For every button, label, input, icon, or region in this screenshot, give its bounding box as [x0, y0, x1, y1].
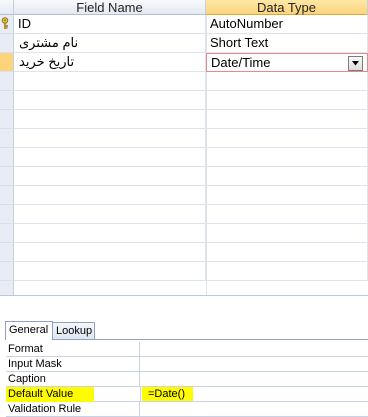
row-selector[interactable] — [0, 110, 14, 129]
data-type-combobox[interactable]: Date/Time — [206, 53, 368, 72]
data-type-cell[interactable] — [206, 72, 368, 91]
data-type-cell[interactable] — [206, 148, 368, 167]
row-selector[interactable] — [0, 262, 14, 281]
row-selector[interactable] — [0, 186, 14, 205]
table-row-empty[interactable] — [0, 205, 368, 224]
table-row[interactable]: نام مشتری Short Text — [0, 34, 368, 53]
row-selector[interactable] — [0, 72, 14, 91]
property-row-input-mask[interactable]: Input Mask — [6, 357, 368, 372]
data-type-cell[interactable] — [206, 110, 368, 129]
row-selector[interactable] — [0, 34, 14, 53]
row-selector[interactable] — [0, 15, 14, 34]
property-label: Validation Rule — [6, 402, 140, 417]
field-name-cell[interactable] — [14, 186, 206, 205]
property-row-default-value[interactable]: Default Value =Date() — [6, 387, 368, 402]
data-type-cell[interactable] — [206, 243, 368, 262]
field-name-cell[interactable] — [14, 110, 206, 129]
data-type-cell[interactable] — [206, 262, 368, 281]
table-row-empty[interactable] — [0, 129, 368, 148]
row-selector[interactable] — [0, 243, 14, 262]
row-selector[interactable] — [0, 205, 14, 224]
property-value-input[interactable]: =Date() — [140, 387, 368, 402]
field-name-cell[interactable] — [14, 205, 206, 224]
data-type-cell[interactable] — [206, 167, 368, 186]
row-selector[interactable] — [0, 224, 14, 243]
field-name-cell[interactable] — [14, 129, 206, 148]
data-type-cell[interactable] — [206, 91, 368, 110]
property-label: Caption — [6, 372, 140, 387]
field-name-cell[interactable] — [14, 224, 206, 243]
table-row-empty[interactable] — [0, 224, 368, 243]
property-row-caption[interactable]: Caption — [6, 372, 368, 387]
table-row[interactable]: ID AutoNumber — [0, 15, 368, 34]
row-selector[interactable] — [0, 91, 14, 110]
grid-header: Field Name Data Type — [0, 0, 368, 15]
table-row-empty[interactable] — [0, 167, 368, 186]
table-row-empty[interactable] — [0, 91, 368, 110]
table-design-grid: Field Name Data Type ID AutoNumber نام م… — [0, 0, 368, 296]
property-label: Format — [6, 342, 140, 357]
properties-table: Format Input Mask Caption Default Value … — [6, 342, 368, 417]
property-value-input[interactable] — [140, 372, 368, 387]
property-row-format[interactable]: Format — [6, 342, 368, 357]
field-properties-pane: General Lookup Format Input Mask Caption… — [0, 297, 368, 417]
row-selector[interactable] — [0, 148, 14, 167]
tab-lookup[interactable]: Lookup — [52, 322, 95, 339]
property-row-validation-rule[interactable]: Validation Rule — [6, 402, 368, 417]
field-name-cell[interactable] — [14, 262, 206, 281]
dropdown-button[interactable] — [348, 56, 363, 71]
property-value-input[interactable] — [140, 342, 368, 357]
column-header-field-name[interactable]: Field Name — [14, 0, 206, 15]
table-row-empty[interactable] — [0, 148, 368, 167]
row-selector[interactable] — [0, 167, 14, 186]
row-selector-current[interactable] — [0, 53, 14, 72]
key-icon — [1, 17, 9, 29]
field-name-cell[interactable]: ID — [14, 15, 206, 34]
property-value-highlighted: =Date() — [142, 387, 193, 401]
field-name-cell[interactable] — [14, 72, 206, 91]
chevron-down-icon — [352, 61, 359, 66]
field-name-cell[interactable] — [14, 167, 206, 186]
table-row-empty[interactable] — [0, 186, 368, 205]
table-row-empty[interactable] — [0, 110, 368, 129]
table-row-empty[interactable] — [0, 243, 368, 262]
property-value-input[interactable] — [140, 357, 368, 372]
data-type-cell[interactable]: AutoNumber — [206, 15, 368, 34]
data-type-cell[interactable] — [206, 186, 368, 205]
property-value-input[interactable] — [140, 402, 368, 417]
tab-general[interactable]: General — [5, 321, 53, 340]
field-name-cell[interactable]: تاریخ خرید — [14, 53, 206, 72]
tab-divider — [5, 339, 368, 340]
data-type-value: Date/Time — [211, 55, 271, 70]
table-row[interactable]: تاریخ خرید Date/Time — [0, 53, 368, 72]
data-type-cell[interactable] — [206, 129, 368, 148]
property-label: Input Mask — [6, 357, 140, 372]
table-row-empty[interactable] — [0, 72, 368, 91]
column-header-data-type[interactable]: Data Type — [206, 0, 368, 15]
field-name-cell[interactable] — [14, 243, 206, 262]
row-selector[interactable] — [0, 129, 14, 148]
data-type-cell[interactable] — [206, 205, 368, 224]
header-selector — [0, 0, 14, 15]
field-name-cell[interactable] — [14, 148, 206, 167]
data-type-cell[interactable] — [206, 224, 368, 243]
data-type-cell[interactable]: Short Text — [206, 34, 368, 53]
table-row-empty[interactable] — [0, 262, 368, 281]
field-name-cell[interactable]: نام مشتری — [14, 34, 206, 53]
property-label-highlighted: Default Value — [6, 387, 94, 402]
field-name-cell[interactable] — [14, 91, 206, 110]
